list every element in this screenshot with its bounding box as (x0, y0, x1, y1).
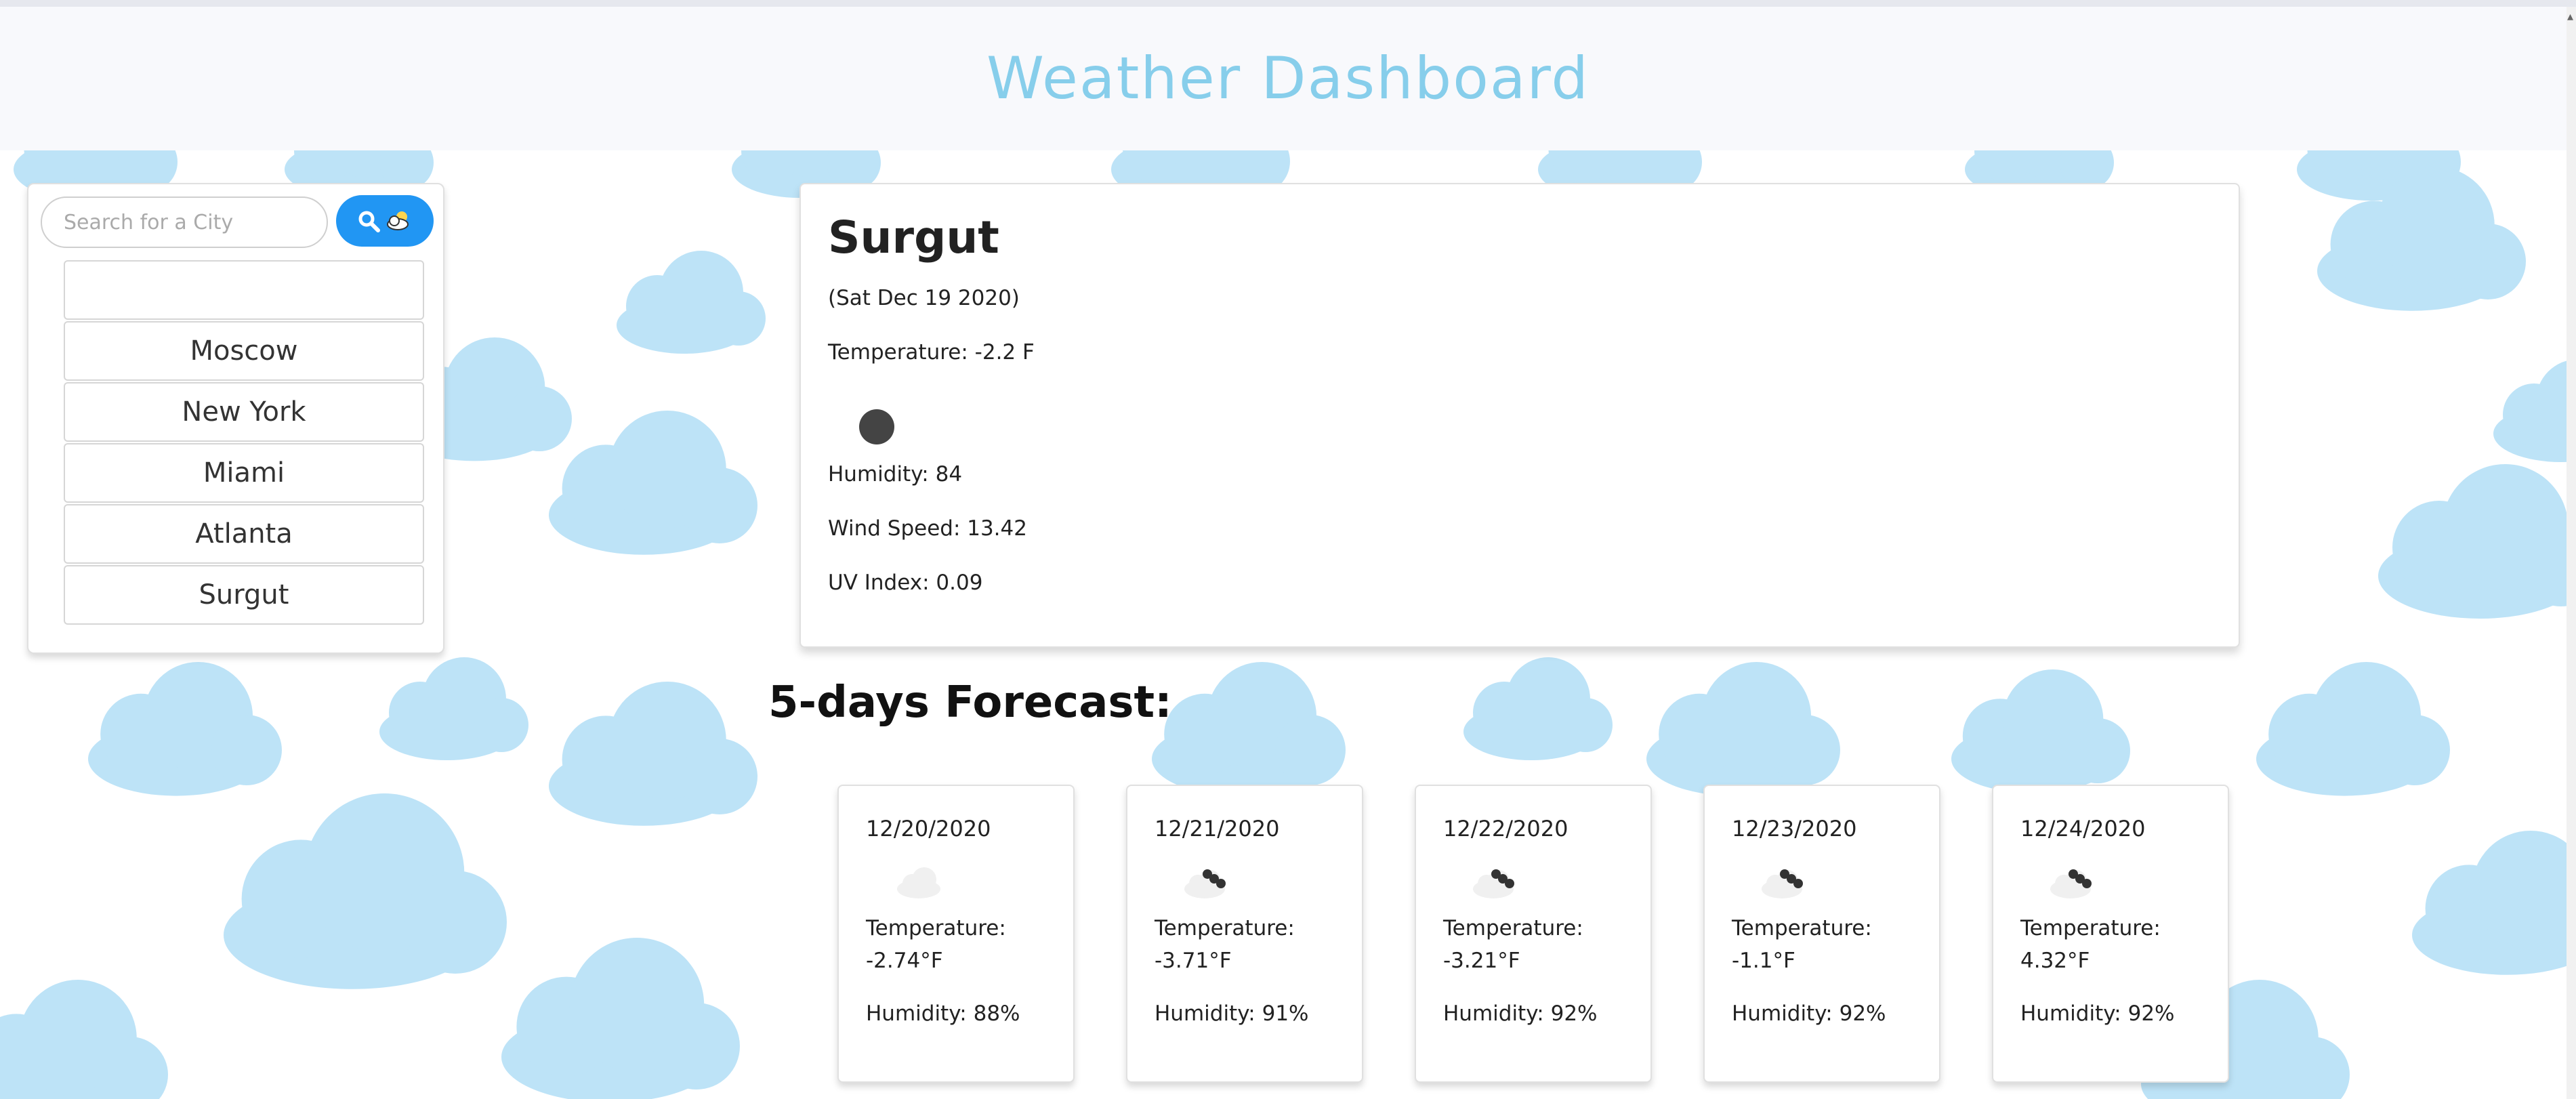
search-button[interactable] (336, 195, 434, 247)
forecast-date: 12/24/2020 (2020, 816, 2146, 842)
forecast-temp-label: Temperature: (2020, 916, 2161, 940)
forecast-temp: -2.74°F (866, 949, 943, 973)
forecast-card: 12/21/2020 Temperature: -3.71°F Humidity… (1126, 785, 1363, 1083)
forecast-temp-label: Temperature: (1732, 916, 1872, 940)
forecast-title: 5-days Forecast: (768, 678, 1172, 728)
cloud-icon (897, 867, 940, 898)
current-temperature: Temperature: -2.2 F (828, 340, 1035, 365)
current-humidity: Humidity: 84 (828, 462, 963, 486)
history-item-miami[interactable]: Miami (64, 443, 424, 503)
app-header: Weather Dashboard (0, 7, 2576, 150)
forecast-card: 12/20/2020 Temperature: -2.74°F Humidity… (837, 785, 1075, 1083)
forecast-temp: 4.32°F (2020, 949, 2090, 973)
scroll-up-icon[interactable]: ▴ (2567, 9, 2573, 24)
weather-icon (859, 409, 894, 444)
snow-cloud-icon (1184, 869, 1226, 898)
forecast-card: 12/23/2020 Temperature: -1.1°F Humidity:… (1703, 785, 1940, 1083)
forecast-date: 12/20/2020 (866, 816, 991, 842)
current-city-name: Surgut (828, 211, 999, 264)
search-panel: Moscow New York Miami Atlanta Surgut (27, 183, 444, 654)
history-item-atlanta[interactable]: Atlanta (64, 504, 424, 564)
forecast-card: 12/24/2020 Temperature: 4.32°F Humidity:… (1992, 785, 2229, 1083)
snow-cloud-icon (2050, 869, 2092, 898)
forecast-temp: -1.1°F (1732, 949, 1795, 973)
history-item-surgut[interactable]: Surgut (64, 565, 424, 625)
history-item[interactable] (64, 260, 424, 320)
cloud-sun-icon (387, 211, 409, 230)
history-item-moscow[interactable]: Moscow (64, 321, 424, 381)
search-history-list: Moscow New York Miami Atlanta Surgut (64, 260, 424, 626)
forecast-humidity: Humidity: 92% (1443, 1001, 1598, 1026)
search-icon (358, 211, 380, 232)
forecast-humidity: Humidity: 88% (866, 1001, 1020, 1026)
vertical-scrollbar[interactable]: ▴ (2567, 7, 2576, 1099)
history-item-new-york[interactable]: New York (64, 382, 424, 442)
current-wind-speed: Wind Speed: 13.42 (828, 516, 1027, 541)
forecast-card: 12/22/2020 Temperature: -3.21°F Humidity… (1415, 785, 1652, 1083)
search-input[interactable] (41, 196, 328, 248)
forecast-date: 12/23/2020 (1732, 816, 1857, 842)
current-weather-card: Surgut (Sat Dec 19 2020) Temperature: -2… (799, 183, 2240, 648)
forecast-temp: -3.71°F (1155, 949, 1232, 973)
forecast-temp-label: Temperature: (1443, 916, 1583, 940)
current-date: (Sat Dec 19 2020) (828, 286, 1020, 310)
forecast-humidity: Humidity: 91% (1155, 1001, 1309, 1026)
forecast-temp-label: Temperature: (866, 916, 1006, 940)
forecast-temp-label: Temperature: (1155, 916, 1295, 940)
forecast-temp: -3.21°F (1443, 949, 1520, 973)
page-title: Weather Dashboard (986, 45, 1590, 112)
forecast-date: 12/22/2020 (1443, 816, 1569, 842)
forecast-humidity: Humidity: 92% (1732, 1001, 1886, 1026)
snow-cloud-icon (1762, 869, 1803, 898)
forecast-date: 12/21/2020 (1155, 816, 1280, 842)
current-uv-index: UV Index: 0.09 (828, 571, 983, 595)
snow-cloud-icon (1473, 869, 1514, 898)
forecast-humidity: Humidity: 92% (2020, 1001, 2175, 1026)
